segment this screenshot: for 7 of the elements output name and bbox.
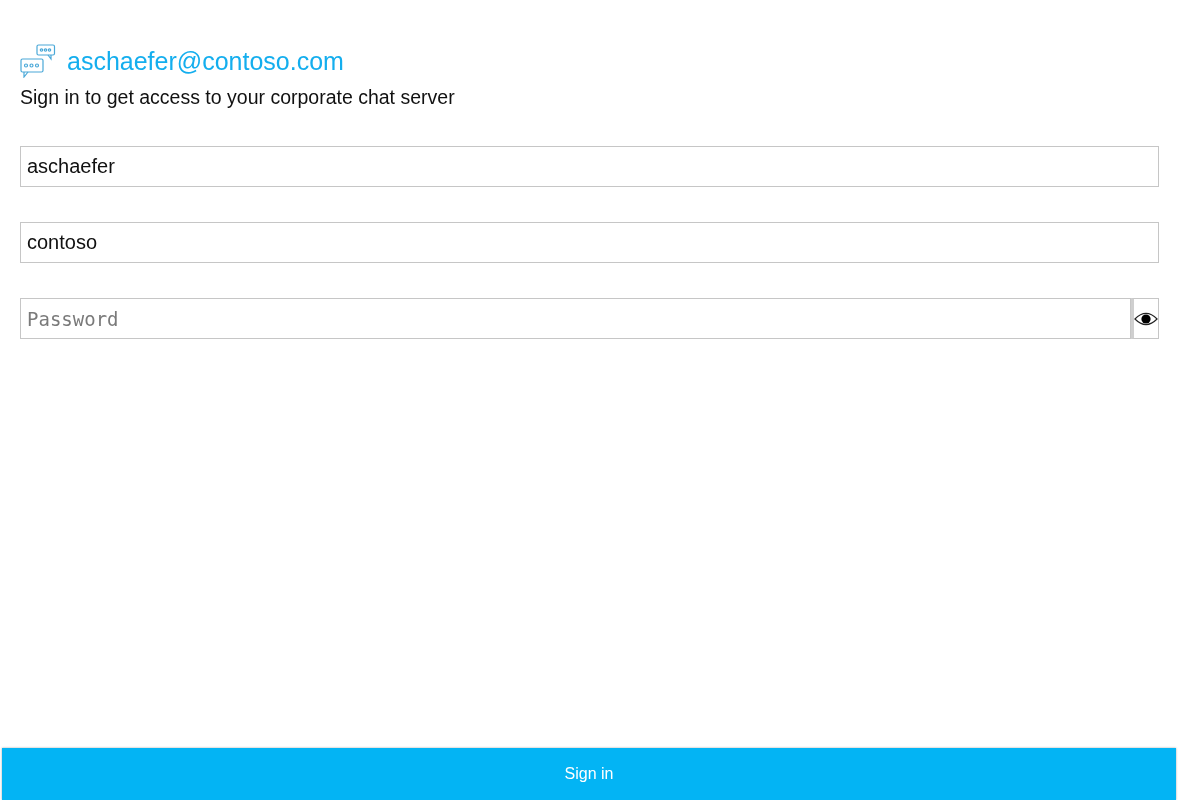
- show-password-button[interactable]: [1131, 298, 1159, 339]
- password-field[interactable]: Password: [20, 298, 1131, 339]
- account-email: aschaefer@contoso.com: [67, 46, 344, 76]
- input-field[interactable]: contoso: [20, 222, 1159, 263]
- input-field[interactable]: aschaefer: [20, 146, 1159, 187]
- sign-in-subtitle: Sign in to get access to your corporate chat server: [20, 85, 456, 110]
- chat-bubbles-icon: [20, 44, 56, 78]
